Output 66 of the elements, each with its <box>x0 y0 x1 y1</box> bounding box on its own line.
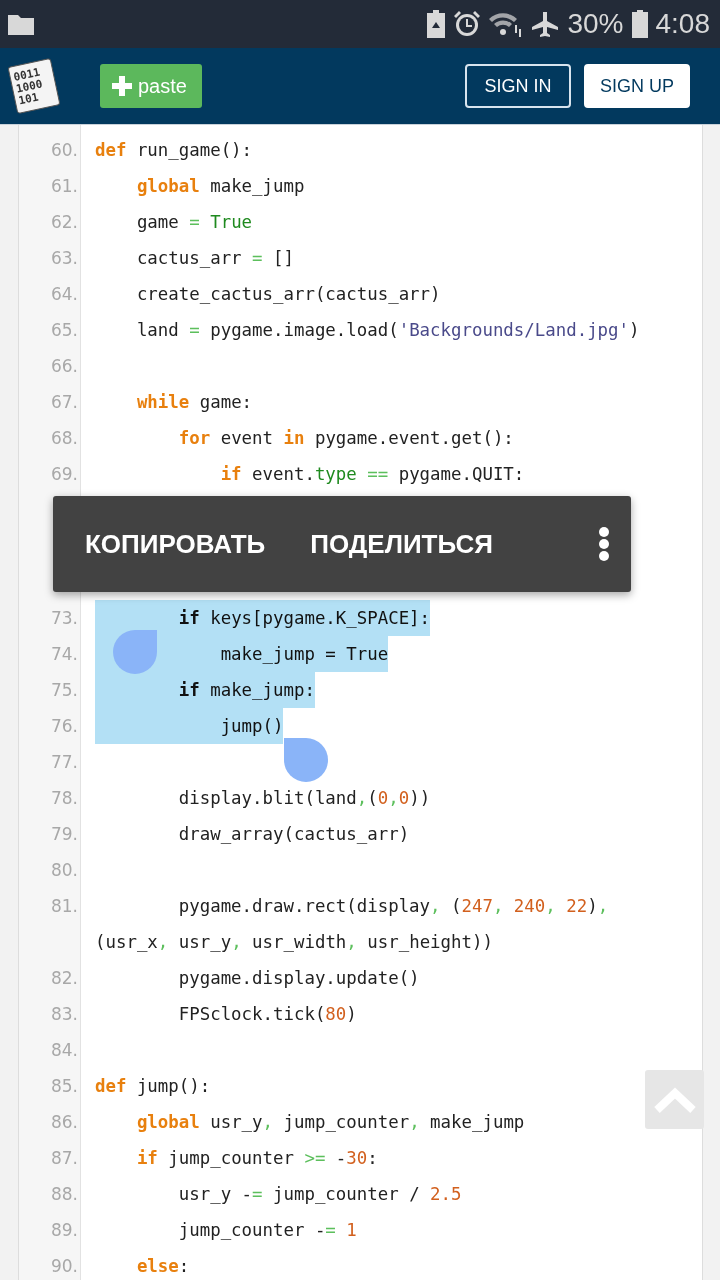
code-line: land = pygame.image.load('Backgrounds/Land.jpg') <box>135 319 640 342</box>
code-line: draw_array(cactus_arr) <box>177 823 410 846</box>
menu-action[interactable]: КОПИРОВАТЬ <box>85 528 266 560</box>
code-line: else: <box>135 1255 190 1278</box>
code-line: display.blit(land,(0,0)) <box>177 787 431 810</box>
line-number: 90. <box>49 1255 79 1278</box>
code-line: usr_y -= jump_counter / 2.5 <box>177 1183 462 1206</box>
line-number: 78. <box>49 787 79 810</box>
selection-handle[interactable] <box>284 738 328 782</box>
code-line: create_cactus_arr(cactus_arr) <box>135 283 441 306</box>
line-number: 61. <box>49 175 79 198</box>
line-number: 63. <box>49 247 79 270</box>
line-number: 74. <box>49 643 79 666</box>
line-number: 67. <box>49 391 79 414</box>
code-line: jump_counter -= 1 <box>177 1219 357 1242</box>
alarm-clock-icon <box>453 10 482 38</box>
line-number: 85. <box>49 1075 79 1098</box>
line-number: 65. <box>49 319 79 342</box>
airplane-icon <box>531 10 560 38</box>
code-line: if event.type == pygame.QUIT: <box>219 463 525 486</box>
line-number: 68. <box>49 427 79 450</box>
line-number: 81. <box>49 895 79 918</box>
logo[interactable]: 0011 1000 101 <box>7 57 61 115</box>
line-number: 60. <box>49 139 79 162</box>
code-line: game = True <box>135 211 253 234</box>
line-number: 87. <box>49 1147 79 1170</box>
line-number: 76. <box>49 715 79 738</box>
code-line: if jump_counter >= -30: <box>135 1147 378 1170</box>
line-number: 83. <box>49 1003 79 1026</box>
line-number: 77. <box>49 751 79 774</box>
code-line: cactus_arr = [] <box>135 247 294 270</box>
code-line: while game: <box>135 391 253 414</box>
back-to-top-button[interactable] <box>645 1070 704 1129</box>
sign-up-button[interactable]: SIGN UP <box>584 64 690 108</box>
code-line: FPSclock.tick(80) <box>177 1003 357 1026</box>
line-number: 88. <box>49 1183 79 1206</box>
clock-time: 4:08 <box>655 8 710 40</box>
line-number: 89. <box>49 1219 79 1242</box>
more-options-icon[interactable] <box>599 527 609 561</box>
line-number: 82. <box>49 967 79 990</box>
line-number: 73. <box>49 607 79 630</box>
line-number: 79. <box>49 823 79 846</box>
code-line: for event in pygame.event.get(): <box>177 427 514 450</box>
code-line: global make_jump <box>135 175 305 198</box>
chevron-up-icon <box>653 1086 696 1113</box>
menu-action[interactable]: ПОДЕЛИТЬСЯ <box>310 528 493 560</box>
plus-icon <box>112 76 132 96</box>
wifi-icon <box>489 11 524 37</box>
line-number: 86. <box>49 1111 79 1134</box>
code-line: def jump(): <box>95 1075 211 1098</box>
line-number: 69. <box>49 463 79 486</box>
line-number: 62. <box>49 211 79 234</box>
sign-in-button[interactable]: SIGN IN <box>465 64 571 108</box>
line-number: 80. <box>49 859 79 882</box>
code-line: def run_game(): <box>95 139 253 162</box>
battery-icon <box>631 10 648 38</box>
code-line: pygame.draw.rect(display, (247, 240, 22), (usr_x, usr_y, usr_width, usr_height)) <box>95 895 610 954</box>
battery-percent: 30% <box>567 8 624 40</box>
code-line: pygame.display.update() <box>177 967 420 990</box>
code-line: global usr_y, jump_counter, make_jump <box>135 1111 525 1134</box>
line-number: 75. <box>49 679 79 702</box>
line-number: 84. <box>49 1039 79 1062</box>
folder-icon <box>8 13 34 35</box>
line-number: 66. <box>49 355 79 378</box>
line-number: 64. <box>49 283 79 306</box>
battery-recycle-icon <box>427 10 446 38</box>
